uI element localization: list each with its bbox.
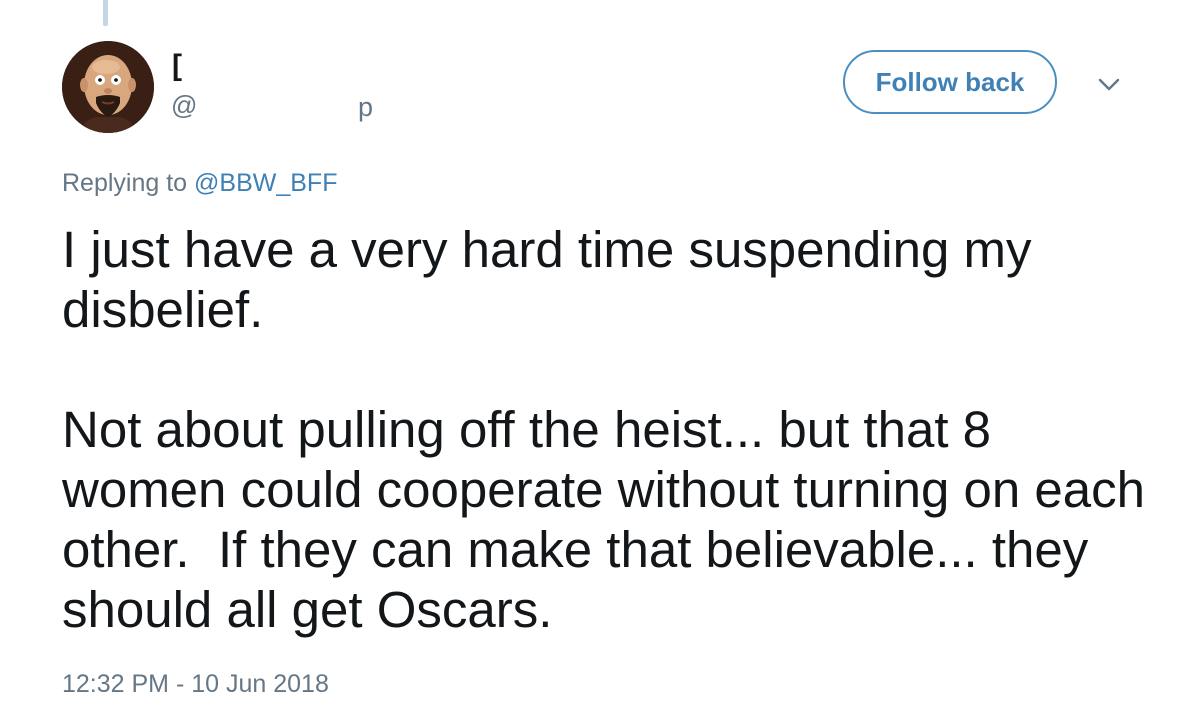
author-handle-suffix[interactable]: p (358, 92, 373, 122)
tweet-timestamp[interactable]: 12:32 PM - 10 Jun 2018 (62, 667, 329, 701)
author-display-name[interactable]: [ (172, 48, 182, 84)
follow-back-button[interactable]: Follow back (843, 50, 1057, 114)
tweet-text: I just have a very hard time suspending … (62, 221, 1146, 638)
thread-connector-line (103, 0, 108, 26)
replying-to-label: Replying to (62, 169, 195, 197)
reply-mention-link[interactable]: @BBW_BFF (194, 169, 337, 197)
author-handle-prefix[interactable]: @ (171, 90, 197, 120)
replying-to-line: Replying to @BBW_BFF (62, 166, 337, 200)
chevron-down-icon[interactable] (1094, 70, 1124, 100)
author-avatar[interactable] (62, 41, 154, 133)
avatar-image (62, 41, 154, 133)
